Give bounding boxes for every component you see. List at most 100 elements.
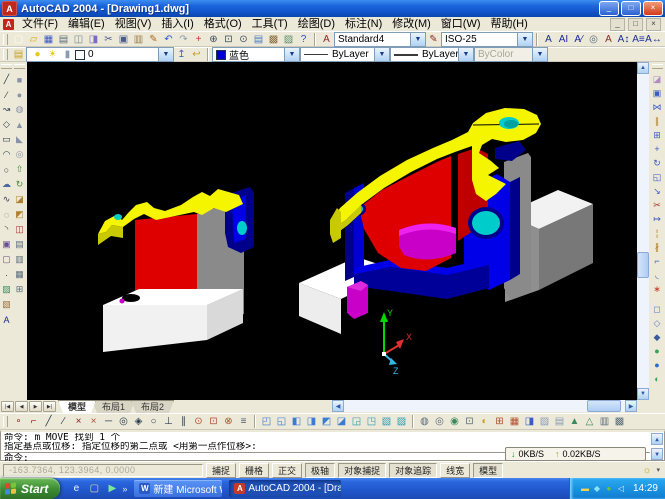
scenes-icon[interactable]: ⊡ (462, 415, 477, 429)
save-icon[interactable]: ▦ (41, 32, 56, 46)
point-icon[interactable]: · (0, 267, 13, 282)
show-desktop-icon[interactable]: ▢ (86, 481, 102, 497)
lights-icon[interactable]: ◐ (477, 415, 492, 429)
view-sw-iso-icon[interactable]: ◲ (349, 415, 364, 429)
section-icon[interactable]: ◩ (13, 207, 26, 222)
extension-snap-icon[interactable]: ─ (101, 415, 116, 429)
chevron-down-icon[interactable]: ▼ (517, 33, 532, 46)
scroll-right-button[interactable]: ▶ (625, 400, 637, 412)
tab-layout1[interactable]: 布局1 (92, 400, 135, 413)
taskbar-button-autocad[interactable]: A AutoCAD 2004 - [Dra... (229, 480, 341, 497)
new-icon[interactable]: ▢ (11, 32, 26, 46)
endpoint-snap-icon[interactable]: ╱ (41, 415, 56, 429)
mdi-minimize-button[interactable]: _ (610, 18, 625, 31)
intersection-snap-icon[interactable]: × (71, 415, 86, 429)
text-style-dialog-icon[interactable]: A (319, 32, 334, 46)
scale-text-icon[interactable]: A↕ (616, 32, 631, 46)
layer-combo[interactable]: ●☀▮ 0 ▼ (26, 47, 174, 62)
redo-icon[interactable]: ↷ (176, 32, 191, 46)
flat-shade-icon[interactable]: ● (650, 344, 664, 358)
menu-item-file[interactable]: 文件(F) (17, 17, 63, 31)
render-icon[interactable]: ◉ (447, 415, 462, 429)
open-icon[interactable]: ▱ (26, 32, 41, 46)
background-icon[interactable]: ▨ (537, 415, 552, 429)
revolve-icon[interactable]: ↻ (13, 177, 26, 192)
snap-from-icon[interactable]: ⌐ (26, 415, 41, 429)
menu-item-edit[interactable]: 编辑(E) (63, 17, 110, 31)
break-icon[interactable]: ∦ (650, 240, 664, 254)
status-toggle-snap[interactable]: 捕捉 (206, 463, 236, 478)
setup-view-icon[interactable]: ▥ (13, 252, 26, 267)
insert-block-icon[interactable]: ▣ (0, 237, 13, 252)
cut-icon[interactable]: ✂ (101, 32, 116, 46)
move-icon[interactable]: + (650, 142, 664, 156)
publish-icon[interactable]: ◨ (86, 32, 101, 46)
mapping-icon[interactable]: ◨ (522, 415, 537, 429)
ellipse-arc-icon[interactable]: ◝ (0, 222, 13, 237)
edit-text-icon[interactable]: A∕ (571, 32, 586, 46)
hidden-shade-icon[interactable]: ◆ (650, 330, 664, 344)
make-block-icon[interactable]: ▢ (0, 252, 13, 267)
restore-button[interactable]: □ (621, 1, 641, 16)
osnap-settings-icon[interactable]: ≡ (236, 415, 251, 429)
tray-safety-icon[interactable]: ◆ (591, 483, 603, 495)
layer-properties-manager-icon[interactable]: ▤ (11, 48, 26, 62)
toolbar-grip[interactable] (3, 34, 8, 45)
justify-text-icon[interactable]: A≡ (631, 32, 646, 46)
cone-icon[interactable]: ▲ (13, 117, 26, 132)
stretch-icon[interactable]: ↘ (650, 184, 664, 198)
tray-display-icon[interactable]: ▬ (579, 483, 591, 495)
cylinder-icon[interactable]: ◍ (13, 102, 26, 117)
find-text-icon[interactable]: ◎ (586, 32, 601, 46)
toolbar-grip[interactable] (1, 64, 12, 69)
communication-center-icon[interactable]: ☼ (639, 463, 654, 477)
extend-icon[interactable]: ↦ (650, 212, 664, 226)
view-bottom-icon[interactable]: ◱ (274, 415, 289, 429)
layer-previous-icon[interactable]: ↩ (189, 48, 204, 62)
nearest-snap-icon[interactable]: ⊗ (221, 415, 236, 429)
view-right-icon[interactable]: ◨ (304, 415, 319, 429)
pan-icon[interactable]: + (191, 32, 206, 46)
tab-next-button[interactable]: ▶ (29, 401, 42, 412)
rectangle-icon[interactable]: ▭ (0, 132, 13, 147)
markup-icon[interactable]: ▨ (281, 32, 296, 46)
scale-icon[interactable]: ◱ (650, 170, 664, 184)
mdi-restore-button[interactable]: □ (628, 18, 643, 31)
vertical-scrollbar[interactable]: ▲ ▼ (637, 62, 649, 400)
plot-icon[interactable]: ▤ (56, 32, 71, 46)
offset-icon[interactable]: ∥ (650, 114, 664, 128)
mtext-icon[interactable]: A (541, 32, 556, 46)
media-player-icon[interactable]: ▶ (104, 481, 120, 497)
ie-icon[interactable]: e (68, 481, 84, 497)
gouraud-shade-icon[interactable]: ● (650, 358, 664, 372)
layer-bulb-icon[interactable]: ● (30, 48, 45, 62)
polygon-icon[interactable]: ◇ (0, 117, 13, 132)
start-button[interactable]: Start (0, 478, 60, 499)
temporary-track-point-icon[interactable]: ∘ (11, 415, 26, 429)
view-left-icon[interactable]: ◧ (289, 415, 304, 429)
single-line-text-icon[interactable]: AI (556, 32, 571, 46)
menu-item-window[interactable]: 窗口(W) (436, 17, 486, 31)
status-toggle-model-space[interactable]: 模型 (473, 463, 503, 478)
extrude-icon[interactable]: ⇧ (13, 162, 26, 177)
dim-style-dialog-icon[interactable]: ✎ (426, 32, 441, 46)
toolbar-grip[interactable] (3, 416, 8, 427)
landscape-new-icon[interactable]: ▲ (567, 415, 582, 429)
scroll-down-button[interactable]: ▼ (637, 388, 649, 400)
designcenter-icon[interactable]: ▩ (266, 32, 281, 46)
toolbar-grip[interactable] (14, 64, 25, 69)
multiline-text-icon[interactable]: A (0, 312, 13, 327)
rotate-icon[interactable]: ↻ (650, 156, 664, 170)
line-icon[interactable]: ╱ (0, 72, 13, 87)
chamfer-icon[interactable]: ⌐ (650, 254, 664, 268)
status-toggle-ortho[interactable]: 正交 (272, 463, 302, 478)
3d-array-icon[interactable]: ⊞ (13, 282, 26, 297)
tab-layout2[interactable]: 布局2 (131, 400, 174, 413)
ellipse-icon[interactable]: ◌ (0, 207, 13, 222)
menu-item-insert[interactable]: 插入(I) (156, 17, 198, 31)
chevron-down-icon[interactable]: ▼ (284, 48, 299, 61)
convert-distance-icon[interactable]: A↔ (646, 32, 661, 46)
tab-prev-button[interactable]: ◀ (15, 401, 28, 412)
materials-icon[interactable]: ⊞ (492, 415, 507, 429)
view-ne-iso-icon[interactable]: ▧ (379, 415, 394, 429)
